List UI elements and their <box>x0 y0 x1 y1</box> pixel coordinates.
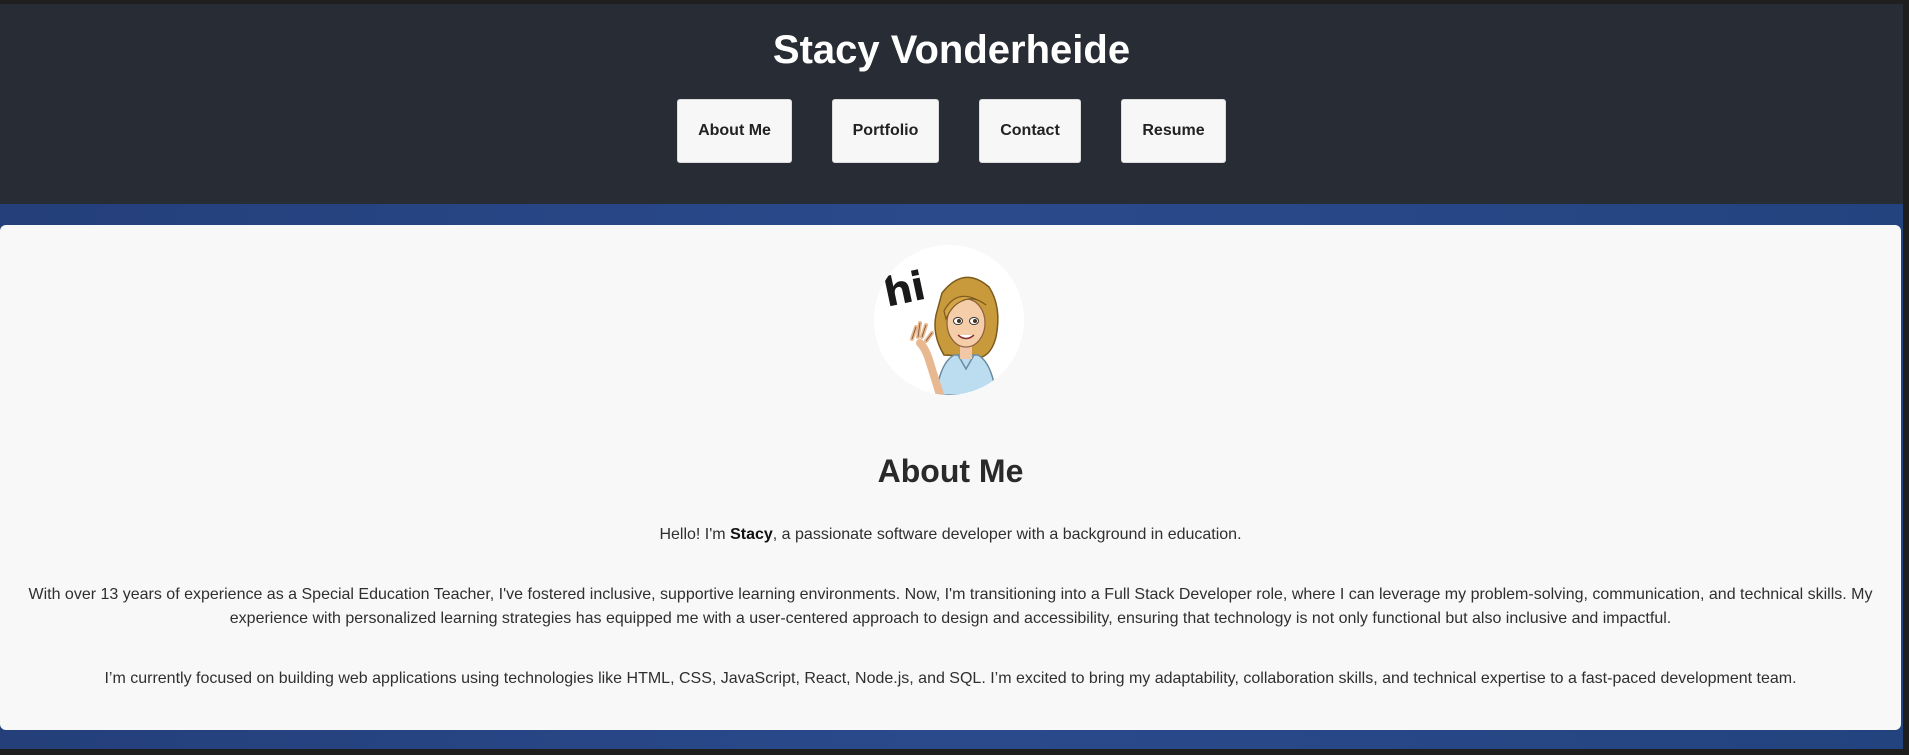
site-header: Stacy Vonderheide About Me Portfolio Con… <box>0 4 1903 204</box>
experience-paragraph: With over 13 years of experience as a Sp… <box>28 586 1873 627</box>
nav-about-me-button[interactable]: About Me <box>677 99 792 163</box>
window-frame-right <box>1903 0 1909 755</box>
about-heading: About Me <box>877 453 1024 489</box>
intro-name: Stacy <box>730 526 773 543</box>
avatar: hi <box>874 245 1024 395</box>
main-nav: About Me Portfolio Contact Resume <box>0 99 1903 163</box>
about-card: hi About Me Hello! I'm Stacy, a passiona… <box>0 225 1901 730</box>
focus-paragraph: I’m currently focused on building web ap… <box>104 670 1797 687</box>
nav-resume-button[interactable]: Resume <box>1121 99 1226 163</box>
intro-paragraph: Hello! I'm Stacy, a passionate software … <box>20 523 1881 547</box>
intro-suffix: , a passionate software developer with a… <box>772 526 1242 543</box>
nav-portfolio-button[interactable]: Portfolio <box>832 99 939 163</box>
intro-prefix: Hello! I'm <box>659 526 731 543</box>
window-frame-bottom <box>0 749 1909 755</box>
site-title: Stacy Vonderheide <box>772 28 1131 72</box>
nav-contact-button[interactable]: Contact <box>979 99 1081 163</box>
